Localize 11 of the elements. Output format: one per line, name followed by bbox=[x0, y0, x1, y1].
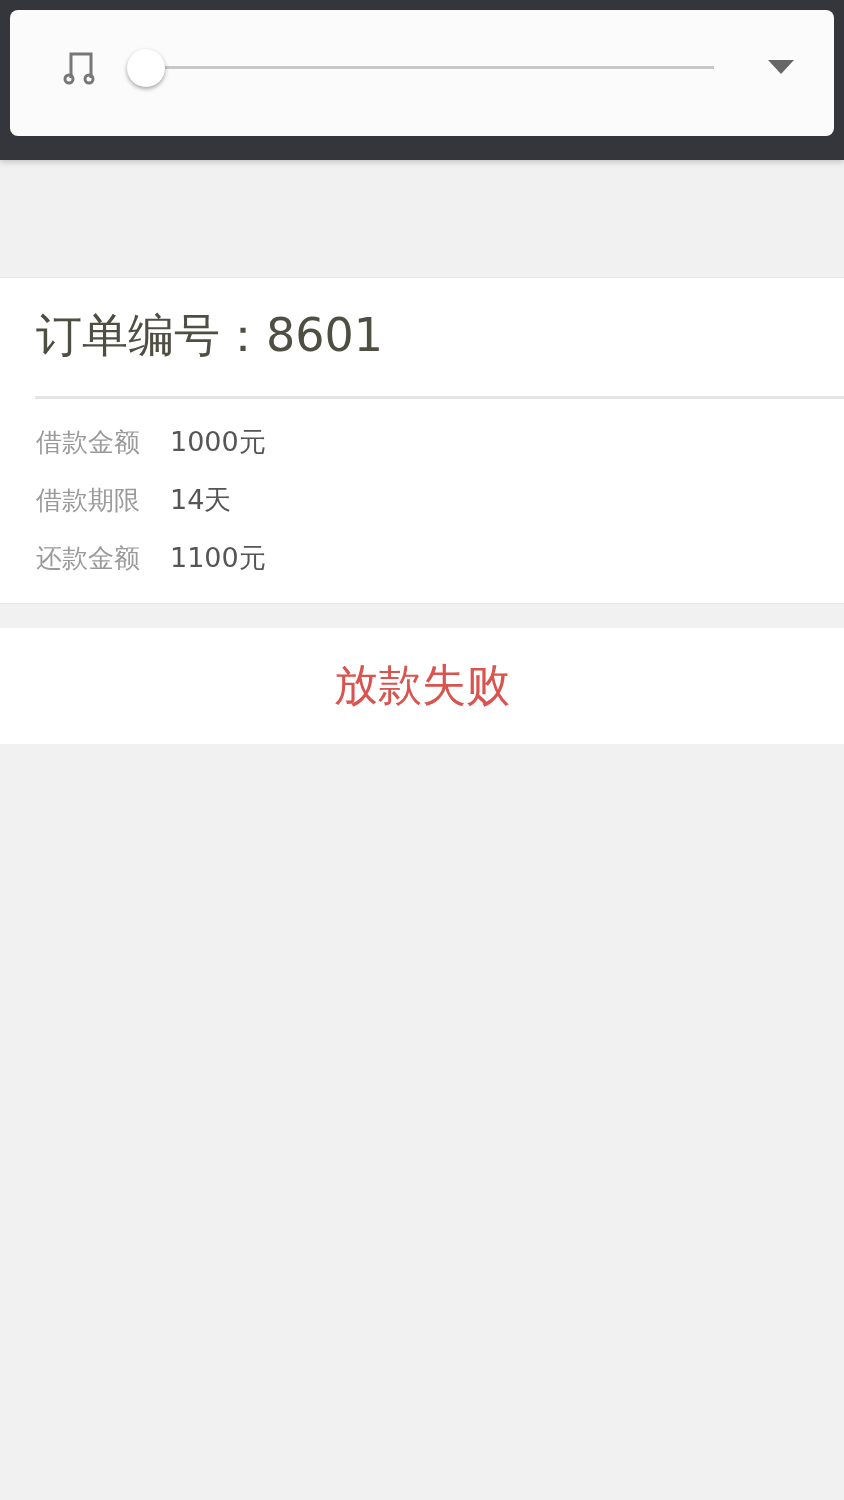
slider-thumb[interactable] bbox=[127, 49, 165, 87]
detail-value: 1000元 bbox=[170, 424, 266, 459]
detail-label: 还款金额 bbox=[36, 541, 140, 575]
order-number: 订单编号：8601 bbox=[35, 307, 385, 364]
detail-value: 1100元 bbox=[170, 540, 266, 575]
detail-value: 14天 bbox=[170, 482, 232, 517]
loan-status: 放款失败 bbox=[334, 658, 510, 713]
detail-label: 借款金额 bbox=[36, 425, 140, 459]
detail-label: 借款期限 bbox=[36, 483, 140, 517]
dropdown-caret-icon[interactable] bbox=[768, 60, 794, 76]
progress-slider[interactable] bbox=[126, 48, 714, 88]
